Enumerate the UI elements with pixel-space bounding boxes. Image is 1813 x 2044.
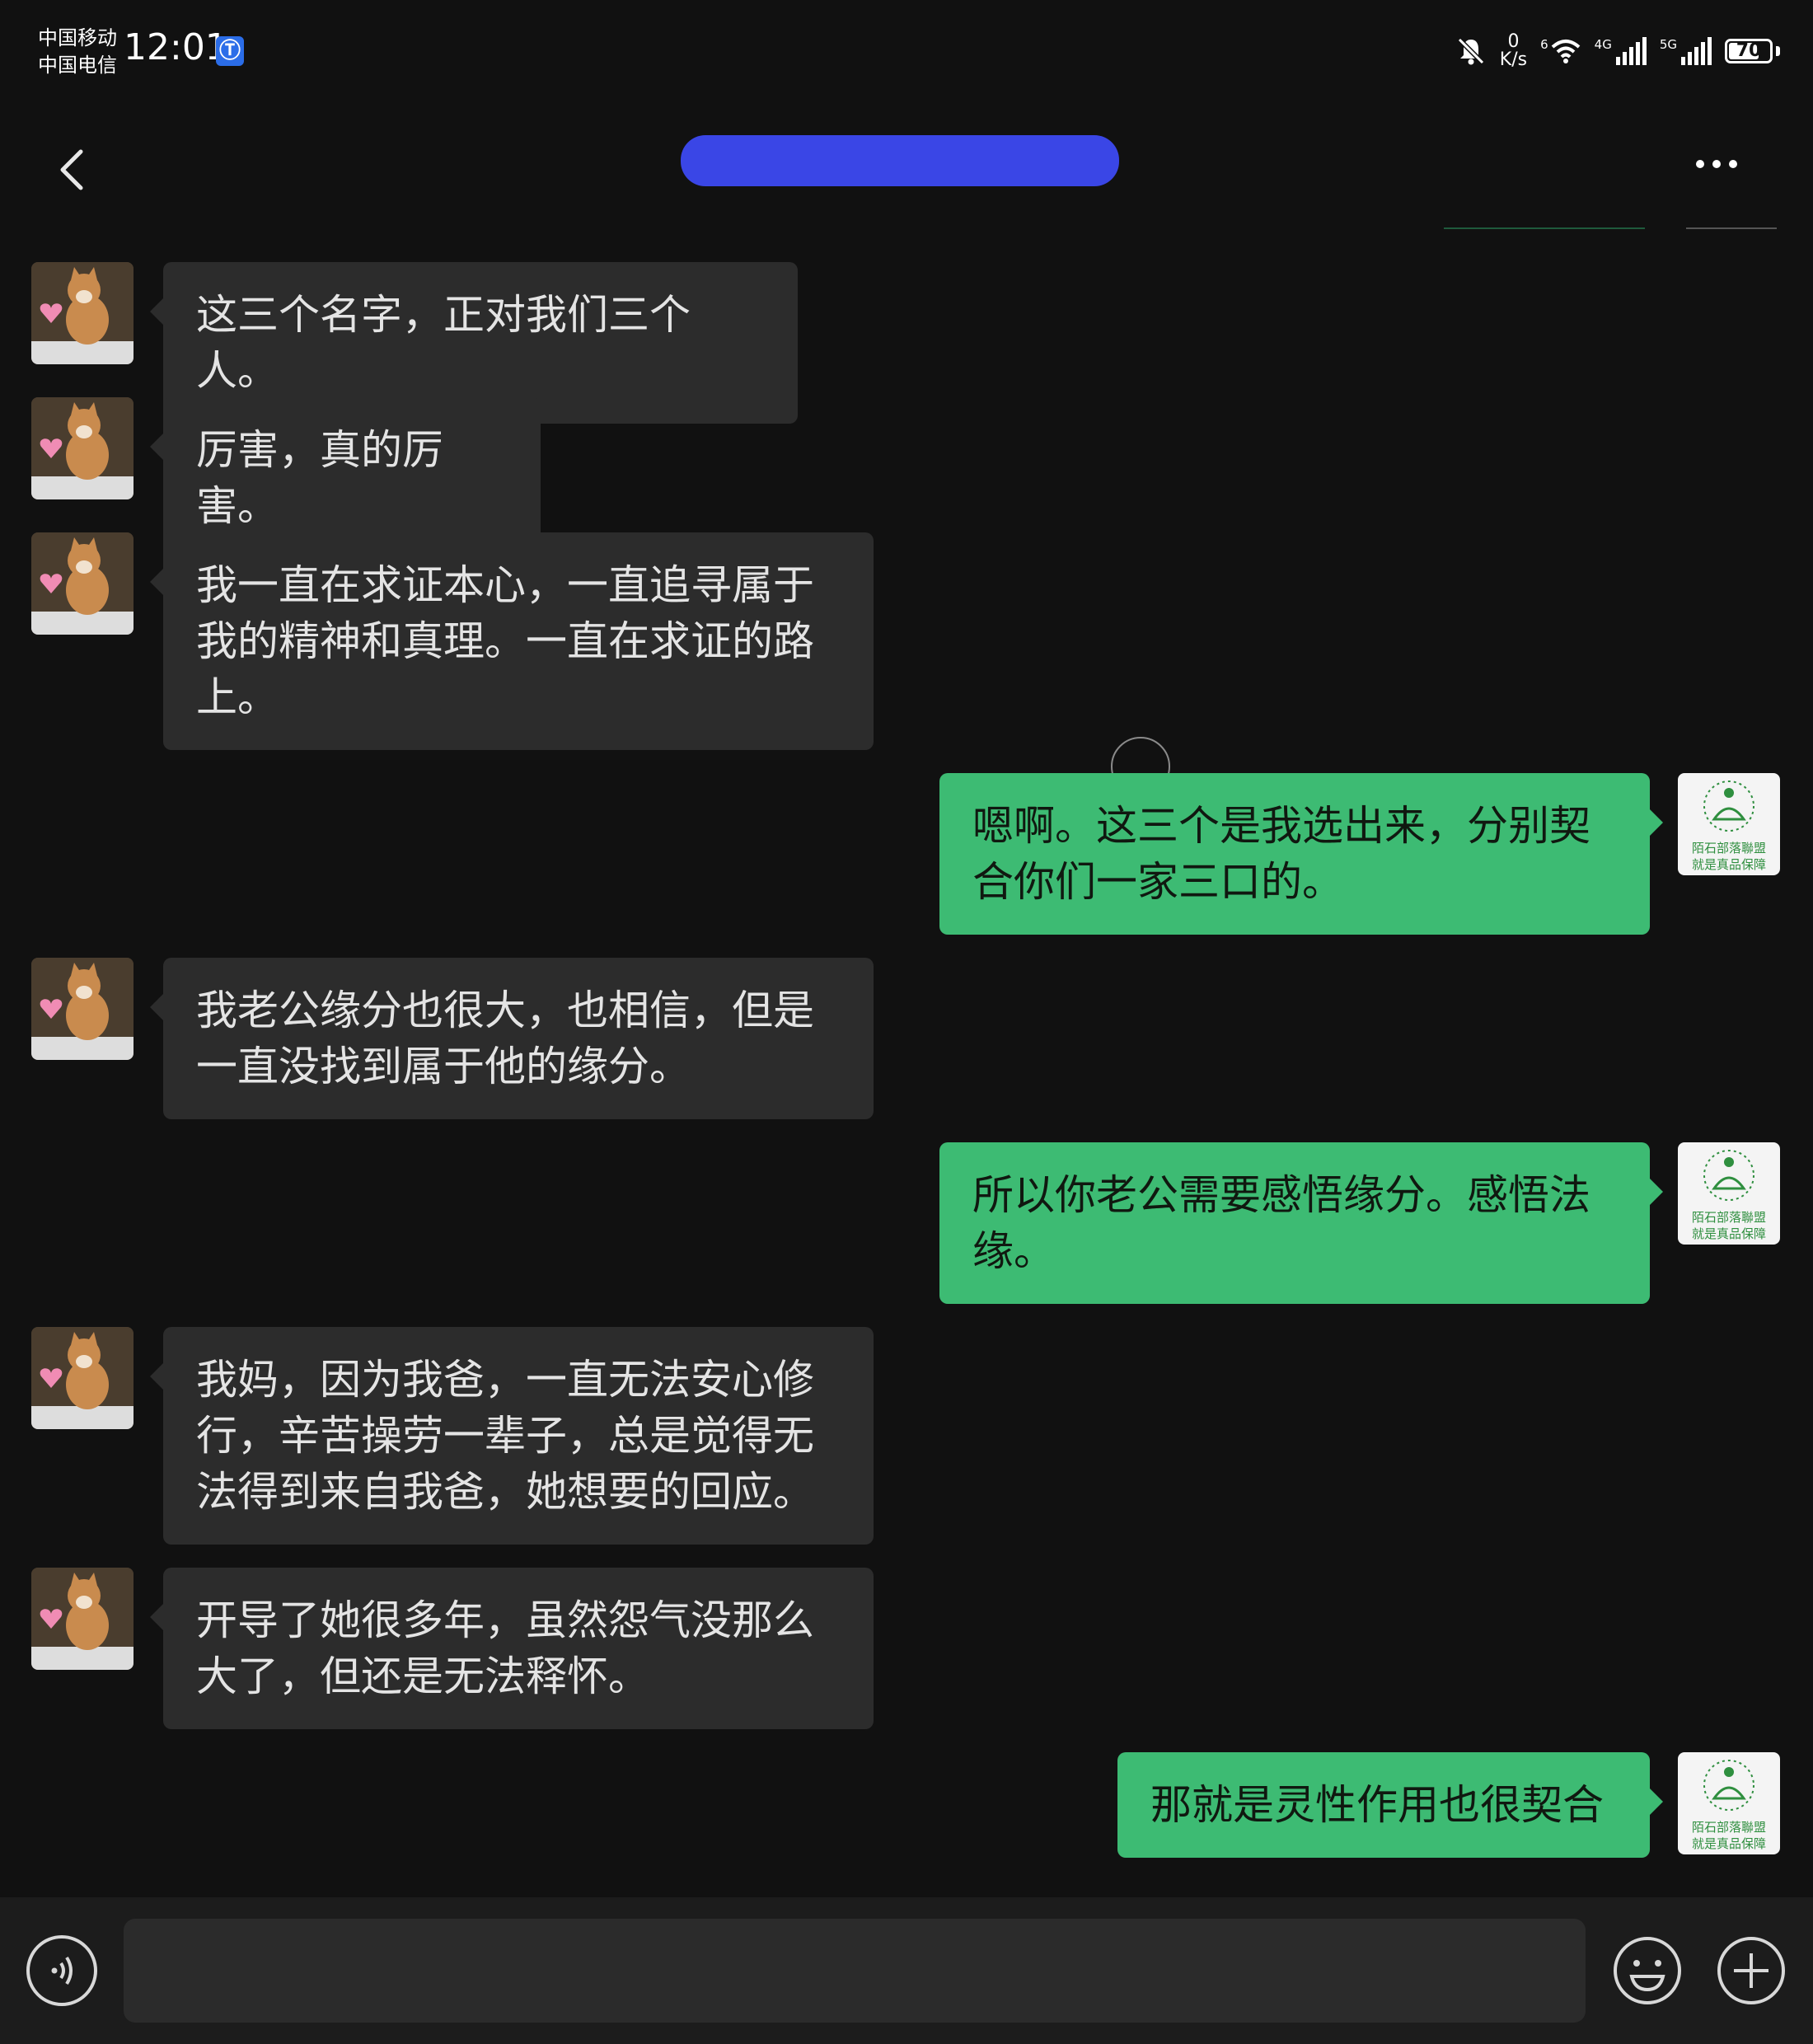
contact-avatar[interactable]	[31, 262, 134, 364]
header-divider	[1444, 227, 1645, 229]
outgoing-message-bubble[interactable]: 那就是灵性作用也很契合	[1117, 1752, 1663, 1858]
more-options-button[interactable]	[1681, 143, 1747, 185]
header-divider	[1686, 227, 1777, 229]
more-dot-icon	[1712, 160, 1721, 168]
shiba-dog-avatar-icon	[31, 262, 134, 364]
input-bar	[0, 1897, 1813, 2044]
more-dot-icon	[1696, 160, 1704, 168]
status-bar: 中国移动 中国电信 12:01 Ⓣ 0 K/s 6 4G 5G 70	[0, 0, 1813, 104]
status-time: 12:01	[124, 26, 228, 68]
outgoing-message-bubble[interactable]: 所以你老公需要感悟缘分。感悟法缘。	[939, 1142, 1663, 1304]
shiba-dog-avatar-icon	[31, 1568, 134, 1670]
notification-app-icon: Ⓣ	[216, 36, 244, 66]
incoming-message-bubble[interactable]: 开导了她很多年，虽然怨气没那么大了，但还是无法释怀。	[150, 1568, 874, 1729]
system-icons: 0 K/s 6 4G 5G 70	[1455, 33, 1780, 69]
plus-circle-icon	[1717, 1937, 1785, 2004]
carrier-2: 中国电信	[38, 54, 117, 77]
back-button[interactable]	[49, 137, 99, 203]
emoji-button[interactable]	[1612, 1935, 1683, 2006]
self-avatar-line-2: 就是真品保障	[1691, 1836, 1766, 1851]
more-dot-icon	[1729, 160, 1737, 168]
wifi-icon	[1551, 40, 1580, 63]
network-speed-unit: K/s	[1499, 49, 1528, 70]
incoming-message-bubble[interactable]: 我妈，因为我爸，一直无法安心修行，辛苦操劳一辈子，总是觉得无法得到来自我爸，她想…	[150, 1327, 874, 1545]
signal-2-label: 5G	[1659, 37, 1677, 52]
battery-tip	[1776, 46, 1780, 56]
network-speed: 0 K/s	[1500, 33, 1527, 69]
battery-level: 70	[1736, 40, 1762, 61]
self-avatar-line-2: 就是真品保障	[1691, 1226, 1766, 1241]
signal-1-icon: 4G	[1595, 37, 1647, 65]
shiba-dog-avatar-icon	[31, 397, 134, 499]
message-input[interactable]	[124, 1919, 1586, 2023]
contact-avatar[interactable]	[31, 958, 134, 1060]
meditation-logo-icon	[1703, 1760, 1754, 1811]
carrier-1: 中国移动	[38, 26, 117, 49]
self-avatar-line-1: 陌石部落聯盟	[1691, 1210, 1766, 1225]
contact-name-redacted	[681, 135, 1119, 186]
contact-avatar[interactable]	[31, 1568, 134, 1670]
incoming-message-bubble[interactable]: 我一直在求证本心，一直追寻属于我的精神和真理。一直在求证的路上。	[150, 532, 874, 750]
contact-avatar[interactable]	[31, 397, 134, 499]
self-avatar[interactable]: 陌石部落聯盟 就是真品保障	[1678, 773, 1780, 875]
shiba-dog-avatar-icon	[31, 1327, 134, 1429]
outgoing-message-bubble[interactable]: 嗯啊。这三个是我选出来，分别契合你们一家三口的。	[939, 773, 1663, 935]
self-avatar-line-1: 陌石部落聯盟	[1691, 1820, 1766, 1835]
voice-input-button[interactable]	[26, 1935, 97, 2006]
mute-bell-icon	[1457, 37, 1484, 65]
shiba-dog-avatar-icon	[31, 532, 134, 635]
signal-2-icon: 5G	[1660, 37, 1712, 65]
contact-avatar[interactable]	[31, 532, 134, 635]
self-avatar-line-2: 就是真品保障	[1691, 857, 1766, 872]
chevron-left-icon	[60, 149, 83, 190]
chat-header	[0, 104, 1813, 229]
network-speed-value: 0	[1507, 31, 1520, 52]
carrier-names: 中国移动 中国电信	[38, 25, 117, 79]
incoming-message-bubble[interactable]: 我老公缘分也很大，也相信，但是一直没找到属于他的缘分。	[150, 958, 874, 1119]
self-avatar[interactable]: 陌石部落聯盟 就是真品保障	[1678, 1752, 1780, 1854]
meditation-logo-icon	[1703, 781, 1754, 832]
more-actions-button[interactable]	[1716, 1935, 1787, 2006]
signal-1-label: 4G	[1594, 37, 1612, 52]
meditation-logo-icon	[1703, 1150, 1754, 1201]
self-avatar-line-1: 陌石部落聯盟	[1691, 841, 1766, 856]
smiley-face-icon	[1614, 1937, 1681, 2004]
shiba-dog-avatar-icon	[31, 958, 134, 1060]
battery-icon: 70	[1725, 39, 1773, 63]
contact-avatar[interactable]	[31, 1327, 134, 1429]
voice-wave-icon	[51, 1956, 73, 1985]
wifi-label: 6	[1540, 37, 1548, 52]
self-avatar[interactable]: 陌石部落聯盟 就是真品保障	[1678, 1142, 1780, 1245]
